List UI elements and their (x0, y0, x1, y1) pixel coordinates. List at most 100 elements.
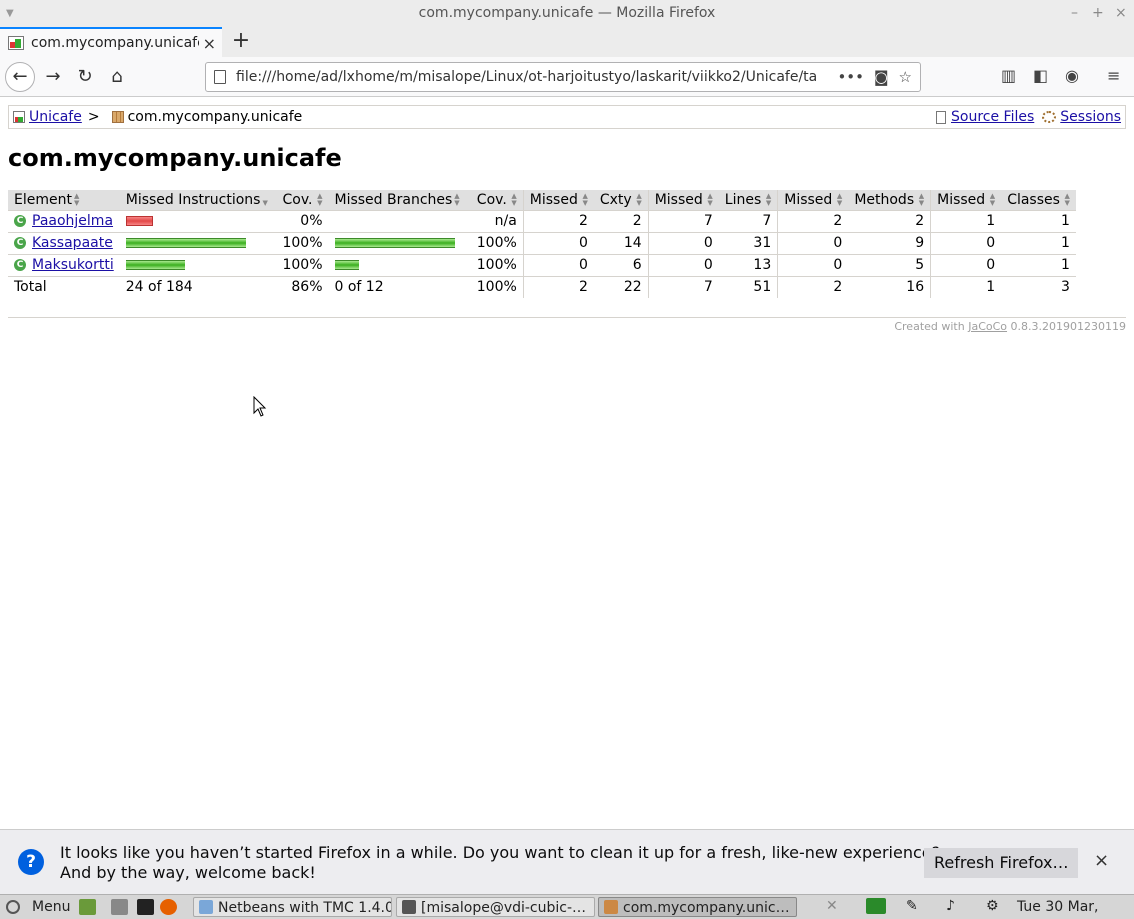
footer-prefix: Created with (894, 320, 965, 333)
cxty-missed-cell: 2 (522, 210, 594, 233)
sessions-link[interactable]: Sessions (1060, 109, 1121, 125)
reload-button[interactable]: ↻ (70, 62, 100, 92)
classes-cell: 1 (1001, 210, 1076, 233)
col-methods[interactable]: Methods ▲ ▼ (848, 190, 931, 211)
home-button[interactable]: ⌂ (102, 62, 132, 92)
taskbar-window-firefox[interactable]: com.mycompany.unic… (598, 897, 797, 917)
back-button[interactable]: ← (5, 62, 35, 92)
notification-close-button[interactable]: × (1094, 850, 1109, 871)
taskbar-window-label: Netbeans with TMC 1.4.0 (218, 900, 392, 916)
terminal-icon[interactable] (137, 899, 154, 915)
sort-icon: ▲ ▼ (765, 191, 772, 207)
methods-missed-cell: 2 (777, 210, 849, 233)
col-lines-missed[interactable]: Missed ▲ ▼ (647, 190, 719, 211)
library-icon[interactable]: ▥ (1001, 66, 1016, 85)
url-text[interactable]: file:///home/ad/lxhome/m/misalope/Linux/… (236, 69, 827, 85)
volume-icon[interactable]: ♪ (946, 898, 962, 914)
sidebar-icon[interactable]: ◧ (1033, 66, 1048, 85)
hamburger-menu-icon[interactable]: ≡ (1107, 66, 1120, 85)
total-classes: 3 (1061, 279, 1070, 296)
tab-title: com.mycompany.unicafe (31, 35, 199, 51)
settings-gear-icon[interactable]: ⚙ (986, 898, 1002, 914)
clock[interactable]: Tue 30 Mar, 15:41 (1017, 895, 1134, 919)
start-menu-button[interactable]: Menu (32, 895, 70, 919)
refresh-firefox-button[interactable]: Refresh Firefox… (924, 848, 1079, 878)
class-link-paaohjelma[interactable]: Paaohjelma (32, 213, 113, 229)
lines-cell: 31 (718, 232, 778, 255)
instr-bar-cell (119, 254, 277, 277)
element-cell: C Paaohjelma (8, 210, 120, 233)
minimize-button[interactable]: – (1069, 0, 1080, 27)
start-menu-icon[interactable] (6, 900, 20, 914)
tab-active[interactable]: com.mycompany.unicafe × (0, 27, 222, 57)
class-icon: C (14, 215, 26, 227)
taskbar-window-label: [misalope@vdi-cubic-… (421, 900, 587, 916)
new-tab-button[interactable]: + (230, 28, 252, 54)
col-cxty[interactable]: Cxty ▲ ▼ (593, 190, 649, 211)
classes-cell: 1 (1001, 232, 1076, 255)
url-bar[interactable]: file:///home/ad/lxhome/m/misalope/Linux/… (205, 62, 921, 92)
methods-cell: 9 (848, 232, 931, 255)
firefox-window-icon (604, 900, 618, 914)
breadcrumb-current: com.mycompany.unicafe (127, 109, 303, 125)
total-classes-missed: 1 (930, 276, 1002, 298)
window-title: com.mycompany.unicafe — Mozilla Firefox (418, 5, 716, 21)
taskbar-window-netbeans[interactable]: Netbeans with TMC 1.4.0 (193, 897, 392, 917)
missed-instructions-bar (125, 216, 153, 226)
source-file-icon (936, 110, 947, 124)
source-files-link[interactable]: Source Files (951, 109, 1034, 125)
jacoco-link[interactable]: JaCoCo (968, 320, 1007, 333)
window-menu-icon[interactable]: ▼ (6, 0, 14, 27)
mouse-cursor-icon (253, 396, 267, 417)
bookmark-star-icon[interactable]: ☆ (899, 68, 912, 86)
col-missed-instructions[interactable]: Missed Instructions ▼ (119, 190, 277, 211)
pen-icon[interactable]: ✎ (906, 898, 922, 914)
total-branch-cov: 100% (476, 279, 517, 296)
navigation-toolbar: ← → ↻ ⌂ file:///home/ad/lxhome/m/misalop… (0, 57, 1134, 97)
col-classes-missed[interactable]: Missed ▲ ▼ (930, 190, 1002, 211)
instr-cov-cell: 0% (276, 210, 329, 233)
firefox-launcher-icon[interactable] (160, 899, 177, 915)
breadcrumb-root-link[interactable]: Unicafe (29, 109, 82, 125)
tab-bar: com.mycompany.unicafe × + (0, 27, 1134, 57)
battery-icon[interactable] (866, 898, 886, 914)
total-methods-missed: 2 (777, 276, 849, 298)
cxty-missed-cell: 0 (522, 254, 594, 277)
class-link-kassapaate[interactable]: Kassapaate (32, 235, 113, 251)
window-title-bar: ▼ com.mycompany.unicafe — Mozilla Firefo… (0, 0, 1134, 27)
report-icon (13, 111, 25, 123)
tab-close-icon[interactable]: × (203, 34, 216, 53)
footer-divider (8, 317, 1126, 318)
show-desktop-icon[interactable] (79, 899, 96, 915)
total-lines: 51 (753, 279, 772, 296)
col-methods-missed[interactable]: Missed ▲ ▼ (777, 190, 849, 211)
col-branch-cov[interactable]: Cov. ▲ ▼ (468, 190, 524, 211)
col-lines[interactable]: Lines ▲ ▼ (718, 190, 778, 211)
sessions-icon (1042, 111, 1057, 123)
sort-icon: ▲ ▼ (989, 191, 996, 207)
total-label: Total (14, 279, 47, 296)
footer-version: 0.8.3.201901230119 (1010, 320, 1126, 333)
pocket-icon[interactable]: ◙ (874, 68, 889, 86)
close-window-button[interactable]: × (1115, 0, 1127, 27)
network-disabled-icon[interactable]: ✕ (826, 898, 842, 914)
maximize-button[interactable]: + (1092, 0, 1104, 27)
col-missed-branches[interactable]: Missed Branches ▲ ▼ (328, 190, 469, 211)
file-manager-icon[interactable] (111, 899, 128, 915)
taskbar: Menu Netbeans with TMC 1.4.0 [misalope@v… (0, 894, 1134, 919)
col-cxty-missed[interactable]: Missed ▲ ▼ (522, 190, 594, 211)
sort-icon: ▲ ▼ (636, 191, 642, 207)
class-link-maksukortti[interactable]: Maksukortti (32, 257, 114, 273)
col-element[interactable]: Element ▲ ▼ (8, 190, 120, 211)
taskbar-window-terminal[interactable]: [misalope@vdi-cubic-… (396, 897, 595, 917)
page-actions-icon[interactable]: ••• (837, 68, 864, 86)
account-icon[interactable]: ◉ (1065, 66, 1079, 85)
sort-icon: ▲ ▼ (454, 191, 460, 207)
sort-icon: ▲ ▼ (582, 191, 588, 207)
branch-bar-cell (328, 210, 469, 233)
col-classes[interactable]: Classes ▲ ▼ (1001, 190, 1076, 211)
terminal-window-icon (402, 900, 416, 914)
col-instr-cov[interactable]: Cov. ▲ ▼ (276, 190, 329, 211)
instr-cov-cell: 100% (276, 254, 329, 277)
forward-button[interactable]: → (38, 62, 68, 92)
